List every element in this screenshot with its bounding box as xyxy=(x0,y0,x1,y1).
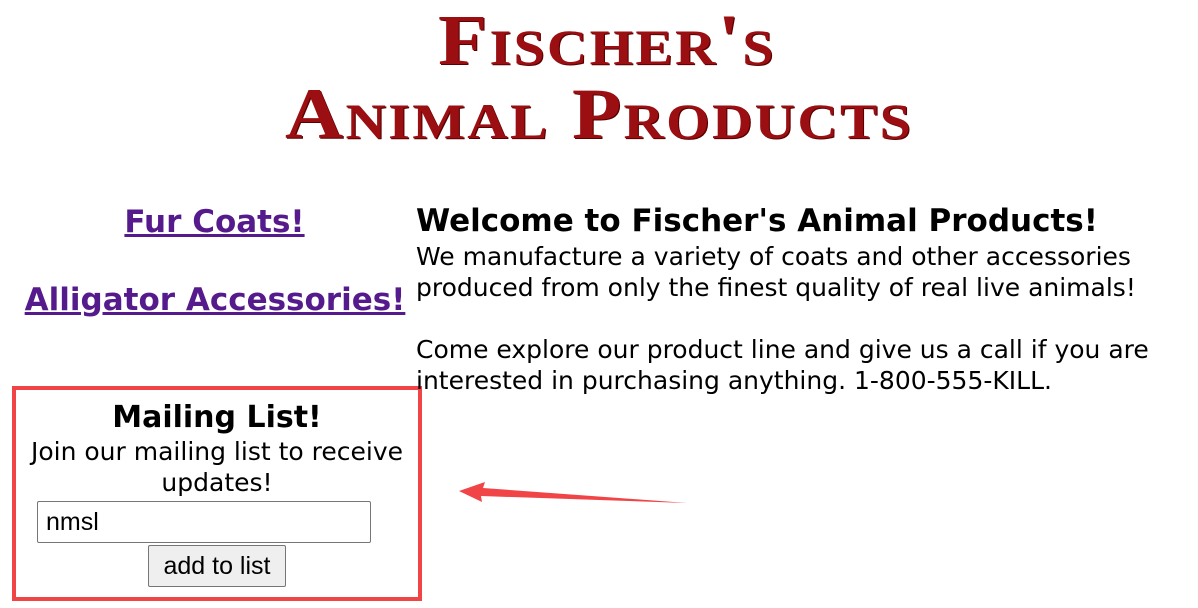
contact-paragraph: Come explore our product line and give u… xyxy=(416,335,1149,395)
mailing-list-box: Mailing List! Join our mailing list to r… xyxy=(12,386,422,601)
main-content: Welcome to Fischer's Animal Products! We… xyxy=(416,201,1196,396)
page: Fischer's Animal Products Fur Coats! All… xyxy=(0,0,1198,608)
left-arrow-icon xyxy=(459,482,687,503)
email-input[interactable] xyxy=(37,501,371,543)
sidebar-nav: Fur Coats! Alligator Accessories! xyxy=(0,200,430,322)
logo-line-1: Fischer's xyxy=(437,0,776,80)
intro-paragraph: We manufacture a variety of coats and ot… xyxy=(416,242,1136,302)
nav-link-alligator-accessories[interactable]: Alligator Accessories! xyxy=(0,278,430,322)
mailing-list-title: Mailing List! xyxy=(112,400,322,435)
page-title: Welcome to Fischer's Animal Products! xyxy=(416,203,1098,239)
site-logo: Fischer's Animal Products xyxy=(0,4,1198,152)
logo-line-2: Animal Products xyxy=(285,74,913,154)
nav-link-fur-coats[interactable]: Fur Coats! xyxy=(0,200,430,244)
mailing-list-description: Join our mailing list to receive updates… xyxy=(30,437,403,497)
add-to-list-button[interactable]: add to list xyxy=(148,545,286,587)
